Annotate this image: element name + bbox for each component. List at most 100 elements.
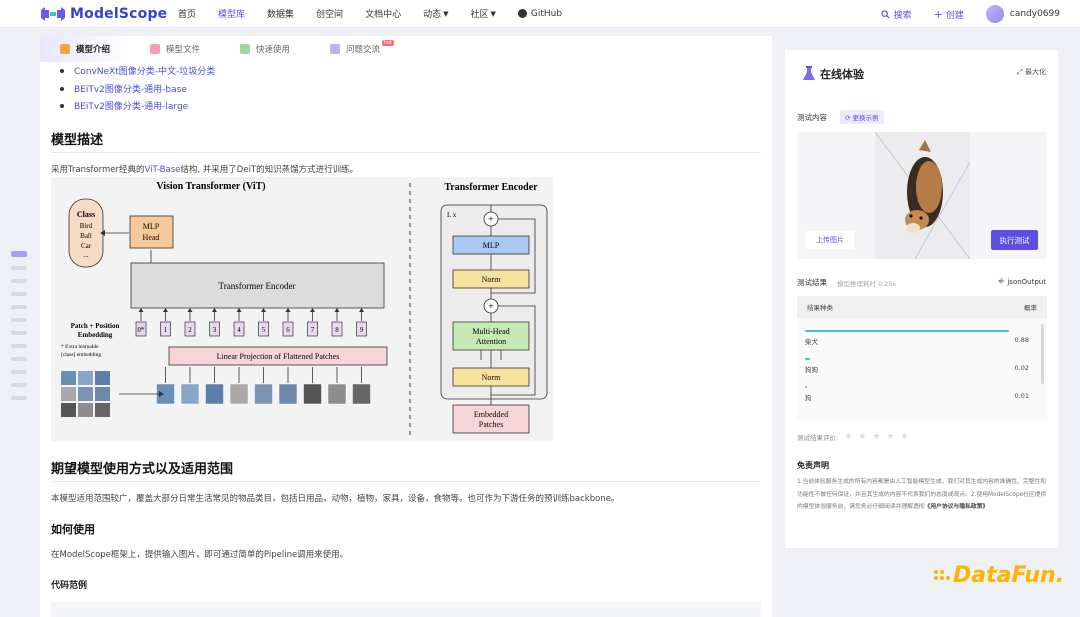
- disclaimer-body: 1.当前体验服务生成的所有内容都是由人工智能模型生成，我们对其生成内容的准确性、…: [797, 479, 1047, 510]
- pager-dot[interactable]: [11, 251, 27, 257]
- run-test-button[interactable]: 执行测试: [991, 230, 1038, 250]
- create-button[interactable]: + 创建: [934, 8, 964, 21]
- result-row: 柴犬 0.88: [805, 330, 1037, 350]
- privacy-policy-link[interactable]: 《用户协议与隐私政策》: [925, 504, 989, 510]
- json-output-toggle[interactable]: ⎆ jsonOutput: [999, 277, 1046, 286]
- token-label: 0*: [138, 326, 146, 334]
- model-subtabs: 模型介绍 模型文件 快速使用 问题交流 hot: [40, 36, 772, 62]
- nav-item[interactable]: 创空间: [316, 7, 343, 20]
- json-icon: ⎆: [998, 277, 1005, 285]
- nav-item[interactable]: 模型库: [218, 7, 245, 20]
- result-name: 柴犬: [805, 338, 818, 346]
- pager-dot[interactable]: [11, 292, 27, 296]
- username[interactable]: candy0699: [1010, 9, 1060, 19]
- logo[interactable]: ModelScope: [40, 6, 170, 22]
- description-text: 采用Transformer经典的ViT-Base结构, 并采用了DeiT的知识蒸…: [51, 163, 358, 175]
- pager-dot[interactable]: [11, 396, 27, 400]
- image-grid-cell: [95, 387, 110, 401]
- pager-dot[interactable]: [11, 279, 27, 283]
- pager-dot[interactable]: [11, 383, 27, 387]
- code-block[interactable]: [51, 602, 761, 617]
- nav-item[interactable]: 数据集: [267, 7, 294, 20]
- section-pager[interactable]: [11, 251, 29, 409]
- pager-dot[interactable]: [11, 266, 27, 270]
- nav-item[interactable]: GitHub: [517, 9, 562, 19]
- tab-icon: [149, 44, 160, 54]
- maximize-button[interactable]: ⤢ 最大化: [1017, 67, 1046, 77]
- nav-right: 搜索 + 创建 candy0699: [859, 0, 1060, 28]
- subtab-label: 快速使用: [255, 45, 290, 55]
- plus-sign: +: [488, 215, 494, 226]
- vit-base-link[interactable]: ViT-Base: [145, 165, 181, 175]
- change-example-button[interactable]: ⟳ 更换示例: [840, 110, 884, 124]
- nav-item-label: 社区: [470, 10, 489, 20]
- pager-dot[interactable]: [11, 344, 27, 348]
- result-name: 狗狗: [805, 366, 818, 374]
- rating-row: 测试结果评价: ★★★★★: [797, 432, 915, 442]
- mlp-head-box: [129, 215, 174, 249]
- image-input-area[interactable]: 上传图片 执行测试: [797, 132, 1047, 259]
- divider: [51, 152, 761, 153]
- class-label: Class: [77, 210, 95, 219]
- create-label: 创建: [945, 10, 964, 21]
- nav-item[interactable]: 文档中心: [365, 7, 401, 20]
- subtab[interactable]: 模型介绍: [40, 36, 130, 62]
- nav-item-label: 模型库: [218, 10, 246, 20]
- subtab[interactable]: 模型文件: [130, 36, 220, 62]
- github-icon: [517, 9, 527, 18]
- test-content-label: 测试内容: [797, 113, 827, 122]
- refresh-icon: ⟳: [845, 114, 853, 122]
- result-score: 0.88: [1014, 336, 1029, 344]
- related-model-link[interactable]: ConvNeXt图像分类-中文-垃圾分类: [60, 64, 215, 77]
- search-button[interactable]: 搜索: [880, 8, 912, 21]
- section-title-how: 如何使用: [51, 523, 95, 536]
- modelscope-logo-icon: [41, 6, 65, 21]
- nav-item[interactable]: 动态 ▼: [423, 7, 449, 21]
- pager-dot[interactable]: [11, 318, 27, 322]
- nav-item[interactable]: 社区 ▼: [470, 7, 495, 21]
- subtab[interactable]: 快速使用: [220, 36, 310, 62]
- image-patch: [254, 383, 273, 405]
- token-label: 9: [360, 326, 364, 334]
- embedded-label: Embedded: [474, 410, 508, 419]
- datafun-text: DataFun.: [953, 563, 1065, 588]
- related-model-link[interactable]: BEiTv2图像分类-通用-large: [60, 99, 188, 112]
- panel-title: 在线体验: [802, 66, 864, 82]
- token-label: 7: [311, 326, 315, 334]
- patch-embed-label: Embedding: [78, 331, 113, 339]
- image-patch: [229, 383, 249, 405]
- subtab[interactable]: 问题交流 hot: [310, 36, 400, 62]
- results-label: 测试结果: [797, 278, 827, 287]
- mlp-head-label: MLP: [143, 222, 160, 231]
- norm-label: Norm: [482, 373, 501, 382]
- extra-note: * Extra learnable: [61, 344, 99, 350]
- results-scrollbar[interactable]: [1041, 324, 1044, 384]
- related-model-link[interactable]: BEiTv2图像分类-通用-base: [60, 82, 187, 95]
- mha-label: Multi-Head: [472, 327, 509, 336]
- result-bar: [805, 330, 1010, 332]
- result-bar: [805, 358, 810, 360]
- online-demo-panel: 在线体验 ⤢ 最大化 测试内容 ⟳ 更换示例 上传图片 执行测试 测试结果 模型…: [785, 50, 1058, 548]
- token-label: 1: [164, 326, 168, 334]
- subtab-label: 模型介绍: [75, 45, 110, 55]
- rating-stars[interactable]: ★★★★★: [844, 432, 914, 442]
- flask-icon: [803, 66, 815, 80]
- avatar[interactable]: [985, 5, 1004, 23]
- pager-dot[interactable]: [11, 357, 27, 361]
- pager-dot[interactable]: [11, 305, 27, 309]
- result-row: 狗狗 0.02: [805, 358, 1037, 378]
- nav-item[interactable]: 首页: [178, 7, 196, 20]
- change-example-label: 更换示例: [852, 114, 879, 122]
- datafun-watermark: DataFun.: [933, 563, 1064, 588]
- image-grid-cell: [61, 371, 76, 385]
- tab-icon: [329, 44, 340, 54]
- results-header: 结果种类 概率: [797, 296, 1047, 318]
- class-item: Bird: [80, 222, 93, 230]
- pager-dot[interactable]: [11, 370, 27, 374]
- section-title-usage: 期望模型使用方式以及适用范围: [51, 462, 234, 477]
- caret-down-icon: ▼: [443, 9, 449, 18]
- token-label: 8: [335, 326, 339, 334]
- upload-image-button[interactable]: 上传图片: [806, 231, 854, 249]
- desc-prefix: 采用Transformer经典的: [51, 165, 145, 175]
- pager-dot[interactable]: [11, 331, 27, 335]
